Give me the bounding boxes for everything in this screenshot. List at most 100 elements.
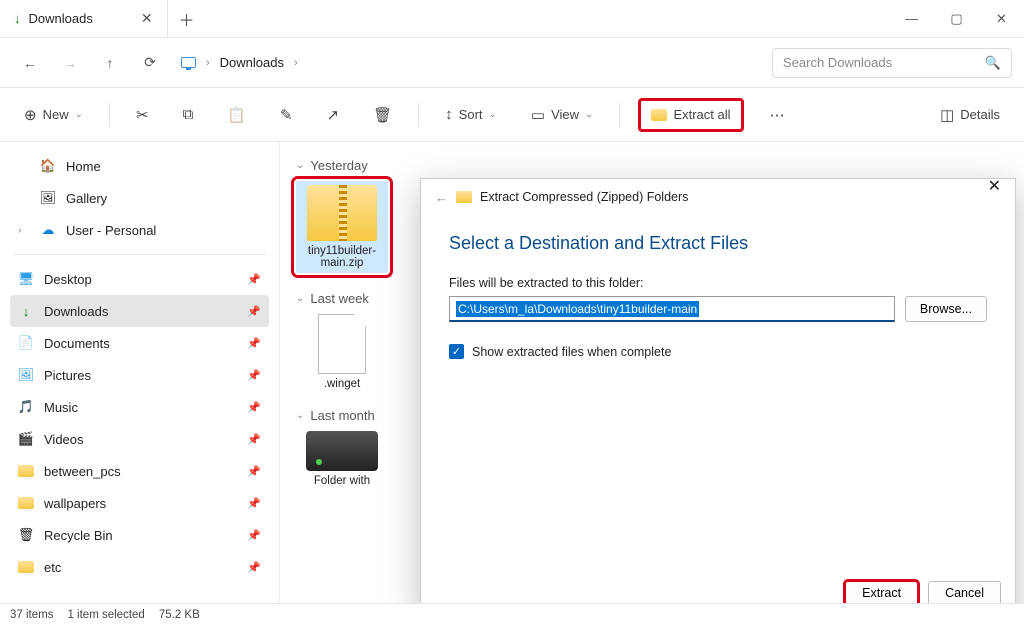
- zip-folder-icon: [307, 185, 377, 241]
- chevron-down-icon: ⌄: [75, 109, 83, 120]
- more-button[interactable]: ⋯: [762, 100, 793, 130]
- pin-icon: 📌: [247, 369, 261, 382]
- recycle-bin-icon: 🗑: [18, 527, 34, 543]
- new-tab-button[interactable]: ＋: [168, 0, 206, 37]
- videos-icon: 🎬: [18, 431, 34, 447]
- close-dialog-button[interactable]: ✕: [988, 176, 1001, 196]
- pin-icon: 📌: [247, 529, 261, 542]
- folder-extract-icon: [651, 107, 667, 123]
- zip-folder-icon: [456, 189, 472, 205]
- breadcrumb[interactable]: › Downloads ›: [180, 55, 298, 71]
- file-item[interactable]: .winget: [296, 314, 388, 390]
- pin-icon: 📌: [247, 337, 261, 350]
- group-yesterday[interactable]: ⌄Yesterday: [296, 158, 1008, 173]
- chevron-down-icon: ⌄: [296, 410, 304, 421]
- sidebar-music[interactable]: 🎵Music📌: [10, 391, 269, 423]
- sidebar-desktop[interactable]: 🖥Desktop📌: [10, 263, 269, 295]
- chevron-down-icon: ⌄: [296, 160, 304, 171]
- details-pane-button[interactable]: ◫Details: [932, 100, 1008, 130]
- sidebar-folder[interactable]: etc📌: [10, 551, 269, 583]
- extract-all-button[interactable]: Extract all: [638, 98, 743, 132]
- pin-icon: 📌: [247, 433, 261, 446]
- sort-icon: ↕: [445, 106, 453, 123]
- chevron-right-icon[interactable]: ›: [18, 225, 30, 236]
- gallery-icon: 🖼: [40, 190, 56, 206]
- view-icon: ▭: [531, 106, 545, 124]
- status-bar: 37 items 1 item selected 75.2 KB: [0, 603, 1024, 625]
- back-icon[interactable]: ←: [435, 190, 448, 205]
- chevron-right-icon: ›: [206, 57, 210, 69]
- sidebar-folder[interactable]: between_pcs📌: [10, 455, 269, 487]
- show-files-checkbox[interactable]: ✓: [449, 344, 464, 359]
- sidebar-downloads[interactable]: ↓Downloads📌: [10, 295, 269, 327]
- delete-button[interactable]: 🗑: [365, 100, 400, 130]
- refresh-button[interactable]: ⟳: [132, 45, 168, 81]
- pin-icon: 📌: [247, 305, 261, 318]
- file-name: .winget: [324, 378, 360, 390]
- close-window-button[interactable]: ✕: [979, 0, 1024, 37]
- document-icon: [318, 314, 366, 374]
- pin-icon: 📌: [247, 401, 261, 414]
- file-name: Folder with: [314, 475, 370, 487]
- close-tab-icon[interactable]: ✕: [141, 10, 153, 27]
- extract-dialog: ← Extract Compressed (Zipped) Folders ✕ …: [420, 178, 1016, 616]
- scissors-icon: ✂: [136, 106, 149, 124]
- downloads-icon: ↓: [18, 303, 34, 319]
- breadcrumb-location[interactable]: Downloads: [220, 55, 284, 70]
- pin-icon: 📌: [247, 497, 261, 510]
- minimize-button[interactable]: —: [889, 0, 934, 37]
- destination-path-input[interactable]: C:\Users\m_la\Downloads\tiny11builder-ma…: [449, 296, 895, 322]
- pin-icon: 📌: [247, 561, 261, 574]
- paste-icon: 📋: [227, 106, 246, 124]
- desktop-icon: 🖥: [18, 271, 34, 287]
- rename-button[interactable]: ✎: [272, 100, 301, 130]
- sidebar-home[interactable]: 🏠Home: [10, 150, 269, 182]
- selected-size: 75.2 KB: [159, 609, 200, 621]
- sidebar-recycle-bin[interactable]: 🗑Recycle Bin📌: [10, 519, 269, 551]
- navigation-pane: 🏠Home 🖼Gallery ›☁User - Personal 🖥Deskto…: [0, 142, 280, 603]
- selected-count: 1 item selected: [67, 609, 144, 621]
- new-button[interactable]: ⊕New⌄: [16, 100, 91, 130]
- sort-button[interactable]: ↕Sort⌄: [437, 100, 505, 129]
- copy-button[interactable]: ⧉: [175, 100, 202, 129]
- downloads-icon: ↓: [14, 11, 21, 26]
- documents-icon: 📄: [18, 335, 34, 351]
- sidebar-documents[interactable]: 📄Documents📌: [10, 327, 269, 359]
- sidebar-folder[interactable]: wallpapers📌: [10, 487, 269, 519]
- window-controls: — ▢ ✕: [889, 0, 1024, 37]
- cloud-icon: ☁: [40, 222, 56, 238]
- share-button[interactable]: ↗: [319, 100, 348, 130]
- search-input[interactable]: Search Downloads 🔍: [772, 48, 1012, 78]
- nav-bar: ← → ↑ ⟳ › Downloads › Search Downloads 🔍: [0, 38, 1024, 88]
- plus-circle-icon: ⊕: [24, 106, 37, 124]
- file-zip[interactable]: tiny11builder-main.zip: [296, 181, 388, 273]
- trash-icon: 🗑: [373, 106, 392, 124]
- window-tab[interactable]: ↓ Downloads ✕: [0, 0, 168, 37]
- folder-icon: [18, 495, 34, 511]
- forward-button[interactable]: →: [52, 45, 88, 81]
- view-button[interactable]: ▭View⌄: [523, 100, 602, 130]
- details-pane-icon: ◫: [940, 106, 954, 124]
- file-item[interactable]: Folder with: [296, 431, 388, 487]
- cancel-button[interactable]: Cancel: [928, 581, 1001, 605]
- extract-button[interactable]: Extract: [845, 581, 918, 605]
- chevron-right-icon: ›: [294, 57, 298, 69]
- copy-icon: ⧉: [183, 106, 194, 123]
- checkbox-label: Show extracted files when complete: [472, 345, 671, 359]
- drive-icon: [306, 431, 378, 471]
- up-button[interactable]: ↑: [92, 45, 128, 81]
- maximize-button[interactable]: ▢: [934, 0, 979, 37]
- cut-button[interactable]: ✂: [128, 100, 157, 130]
- sidebar-videos[interactable]: 🎬Videos📌: [10, 423, 269, 455]
- browse-button[interactable]: Browse...: [905, 296, 987, 322]
- sidebar-onedrive[interactable]: ›☁User - Personal: [10, 214, 269, 246]
- sidebar-gallery[interactable]: 🖼Gallery: [10, 182, 269, 214]
- separator: [14, 254, 265, 255]
- pictures-icon: 🖼: [18, 367, 34, 383]
- back-button[interactable]: ←: [12, 45, 48, 81]
- ellipsis-icon: ⋯: [770, 106, 785, 124]
- sidebar-pictures[interactable]: 🖼Pictures📌: [10, 359, 269, 391]
- search-icon: 🔍: [985, 55, 1001, 71]
- search-placeholder: Search Downloads: [783, 55, 892, 70]
- pin-icon: 📌: [247, 273, 261, 286]
